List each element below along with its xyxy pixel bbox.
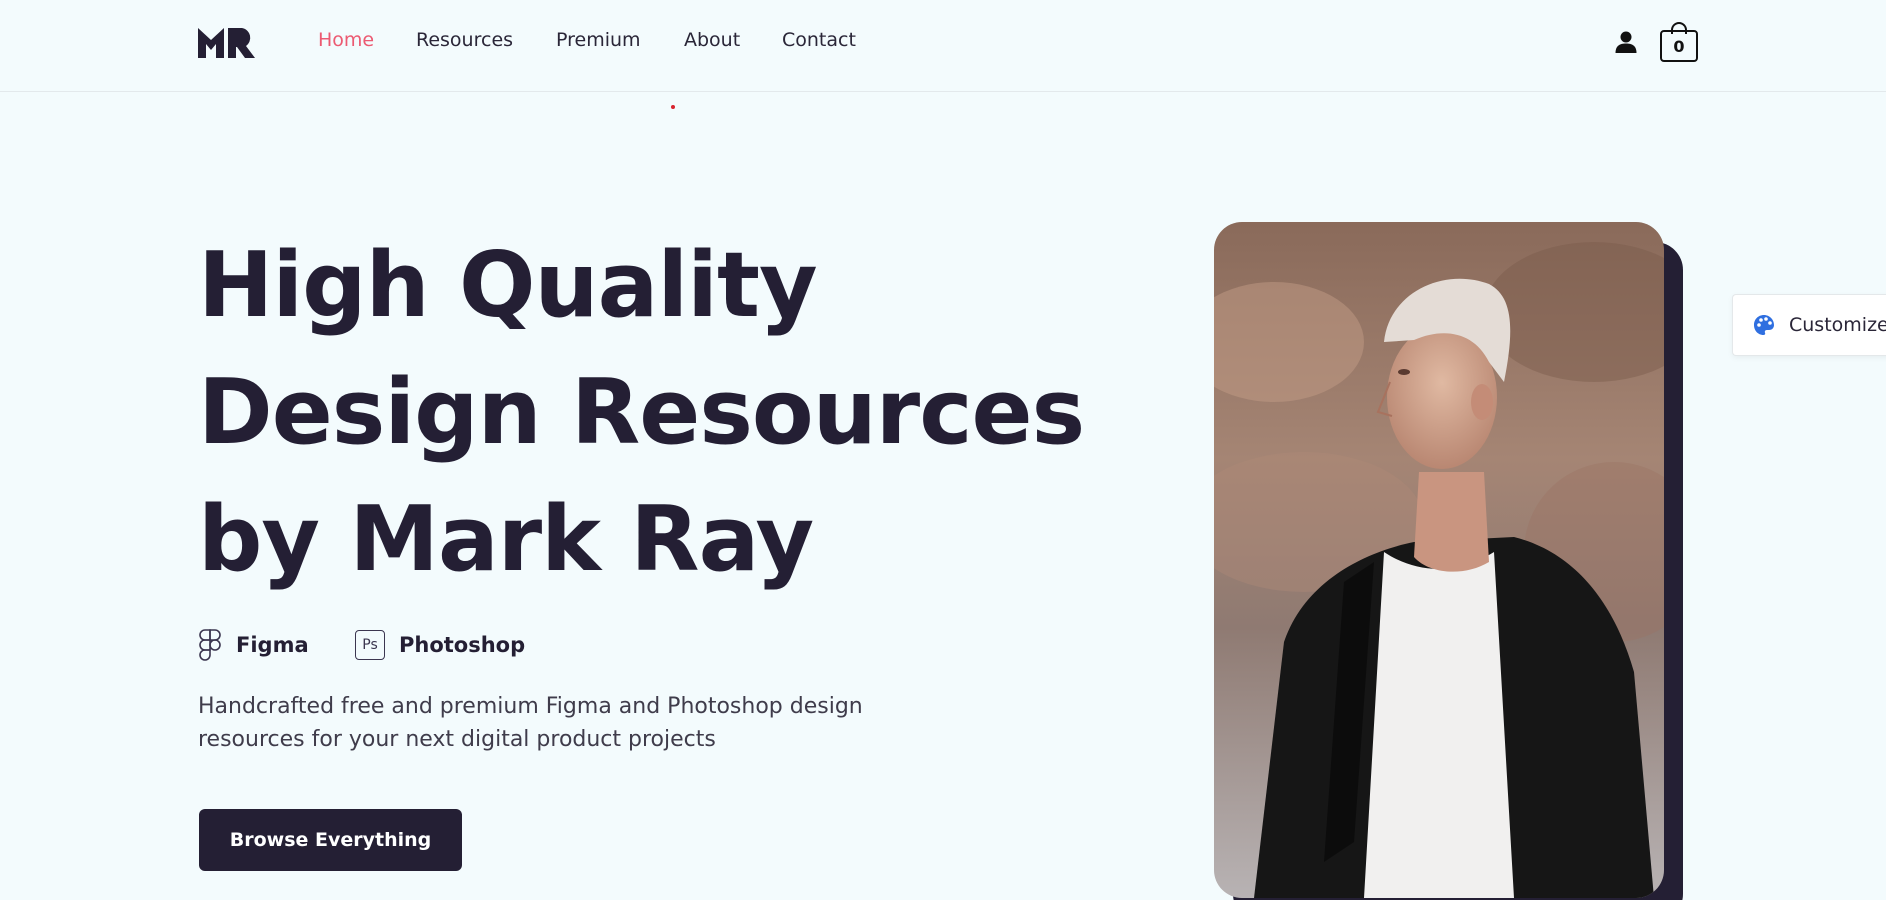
nav-item-resources[interactable]: Resources [416,29,513,51]
hero-title: High Quality Design Resources by Mark Ra… [198,222,1085,603]
nav-item-premium[interactable]: Premium [556,29,641,51]
tool-figma: Figma [198,628,309,662]
tool-label: Figma [236,633,309,657]
browse-everything-button[interactable]: Browse Everything [199,809,462,871]
cart-count: 0 [1660,30,1698,62]
cart-button[interactable]: 0 [1660,22,1698,62]
palette-icon [1754,315,1774,335]
logo-icon[interactable] [198,26,256,58]
tool-photoshop: Ps Photoshop [355,628,525,662]
hero-portrait-image [1214,222,1664,898]
hero-title-line: by Mark Ray [198,487,814,592]
figma-icon [199,629,221,661]
nav-item-about[interactable]: About [684,29,740,51]
nav-item-contact[interactable]: Contact [782,29,856,51]
user-icon[interactable] [1614,30,1638,54]
hero-description: Handcrafted free and premium Figma and P… [198,694,863,752]
customize-label: Customize [1789,314,1886,336]
nav-item-home[interactable]: Home [318,29,374,51]
hero-title-line: Design Resources [198,360,1085,465]
tool-label: Photoshop [399,633,526,657]
site-header: Home Resources Premium About Contact 0 [0,0,1886,92]
hero-title-line: High Quality [198,233,818,338]
decorative-dot [671,105,675,109]
customize-tab[interactable]: Customize [1732,294,1886,356]
portrait-illustration [1214,222,1664,898]
photoshop-icon: Ps [355,630,385,660]
